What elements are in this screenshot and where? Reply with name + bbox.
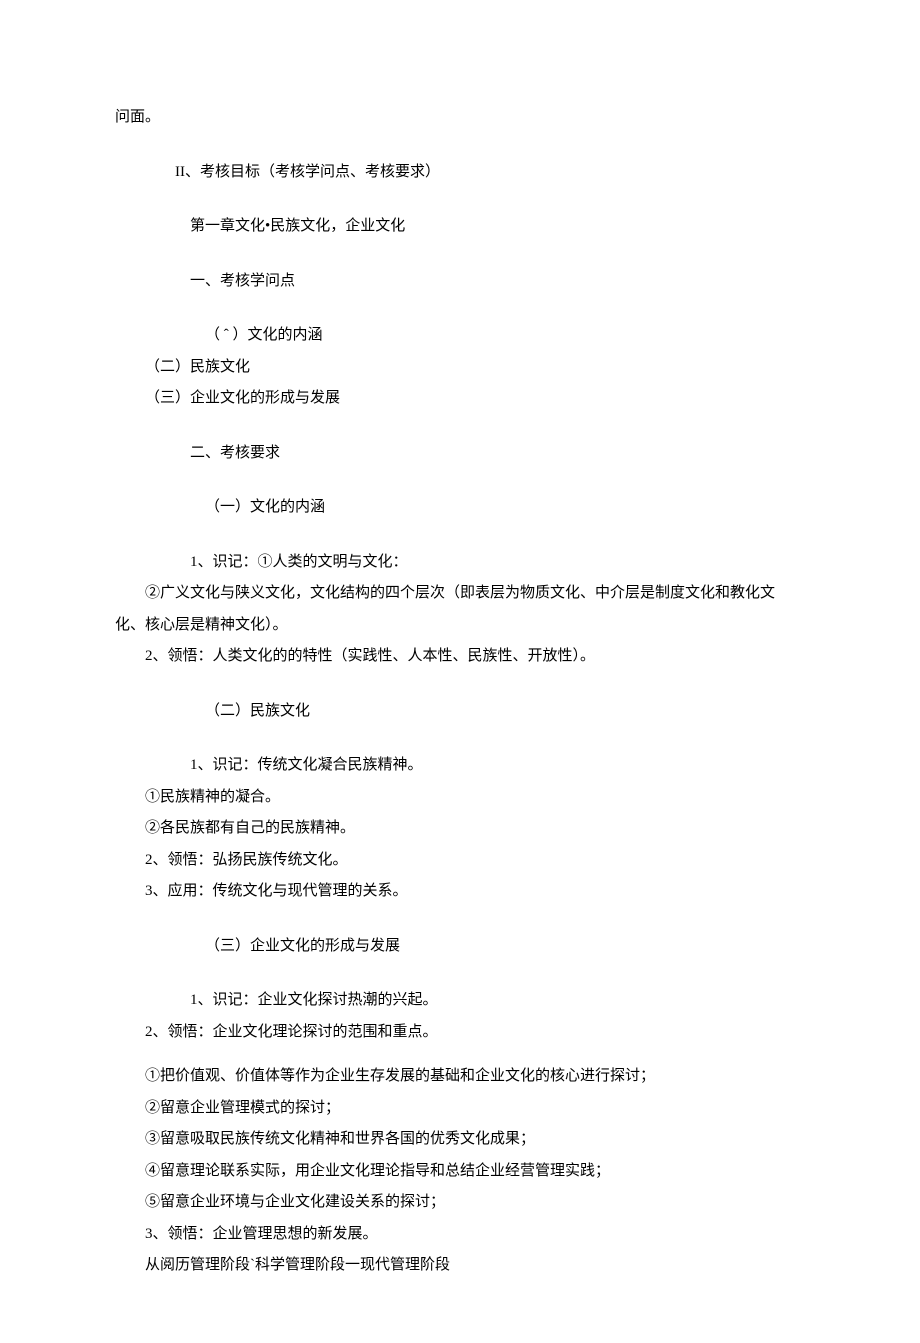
list-item: ①把价值观、价值体等作为企业生存发展的基础和企业文化的核心进行探讨；	[115, 1062, 805, 1091]
list-item: （ ˆ ）文化的内涵	[115, 321, 805, 350]
numbered-item: 2、领悟：人类文化的的特性（实践性、人本性、民族性、开放性）。	[115, 642, 805, 671]
list-item: ③留意吸取民族传统文化精神和世界各国的优秀文化成果；	[115, 1125, 805, 1154]
text-line: 化、核心层是精神文化）。	[115, 611, 805, 640]
list-item: ④留意理论联系实际，用企业文化理论指导和总结企业经营管理实践；	[115, 1157, 805, 1186]
sub-sub-heading: （三）企业文化的形成与发展	[115, 932, 805, 961]
sub-heading: 二、考核要求	[115, 439, 805, 468]
numbered-item: 2、领悟：企业文化理论探讨的范围和重点。	[115, 1018, 805, 1047]
numbered-item: 2、领悟：弘扬民族传统文化。	[115, 846, 805, 875]
list-item: （三）企业文化的形成与发展	[115, 384, 805, 413]
sub-sub-heading: （二）民族文化	[115, 697, 805, 726]
list-item: ②各民族都有自己的民族精神。	[115, 814, 805, 843]
numbered-item: 1、识记：①人类的文明与文化：	[115, 548, 805, 577]
list-item: ①民族精神的凝合。	[115, 783, 805, 812]
section-heading: II、考核目标（考核学问点、考核要求）	[115, 158, 805, 187]
document-page: 问面。 II、考核目标（考核学问点、考核要求） 第一章文化•民族文化，企业文化 …	[0, 0, 920, 1343]
list-item: ②留意企业管理模式的探讨；	[115, 1094, 805, 1123]
sub-sub-heading: （一）文化的内涵	[115, 493, 805, 522]
numbered-item: 3、应用：传统文化与现代管理的关系。	[115, 877, 805, 906]
text-line: 问面。	[115, 103, 805, 132]
sub-heading: 一、考核学问点	[115, 267, 805, 296]
numbered-item: 3、领悟：企业管理思想的新发展。	[115, 1220, 805, 1249]
text-line: 从阅历管理阶段`科学管理阶段一现代管理阶段	[115, 1251, 805, 1280]
numbered-item: 1、识记：传统文化凝合民族精神。	[115, 751, 805, 780]
chapter-title: 第一章文化•民族文化，企业文化	[115, 212, 805, 241]
list-item: （二）民族文化	[115, 353, 805, 382]
list-item: ⑤留意企业环境与企业文化建设关系的探讨；	[115, 1188, 805, 1217]
text-line: ②广义文化与陕义文化，文化结构的四个层次（即表层为物质文化、中介层是制度文化和教…	[115, 579, 805, 608]
numbered-item: 1、识记：企业文化探讨热潮的兴起。	[115, 986, 805, 1015]
